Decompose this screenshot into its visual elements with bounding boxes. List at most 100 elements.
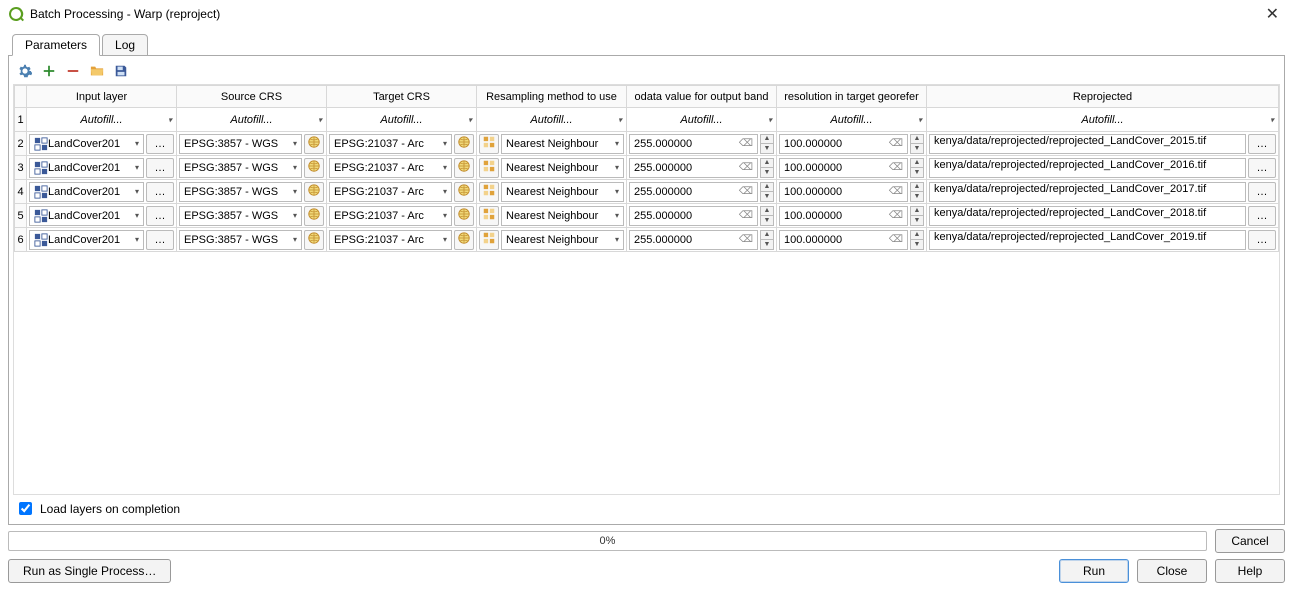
source-crs-combo[interactable]: EPSG:3857 - WGS ▾ — [179, 182, 302, 202]
nodata-spinner[interactable]: ▲▼ — [760, 158, 774, 178]
output-path-input[interactable] — [929, 182, 1246, 202]
help-button[interactable]: Help — [1215, 559, 1285, 583]
autofill-reprojected[interactable]: Autofill...▾ — [927, 108, 1279, 132]
load-layers-label[interactable]: Load layers on completion — [40, 502, 180, 516]
output-path-input[interactable] — [929, 158, 1246, 178]
target-crs-picker-button[interactable] — [454, 230, 474, 250]
spin-down-icon[interactable]: ▼ — [911, 240, 923, 249]
resampling-combo[interactable]: Nearest Neighbour ▾ — [501, 230, 624, 250]
spin-down-icon[interactable]: ▼ — [761, 192, 773, 201]
col-nodata[interactable]: odata value for output band — [627, 86, 777, 108]
input-layer-browse-button[interactable]: … — [146, 134, 174, 154]
source-crs-picker-button[interactable] — [304, 182, 324, 202]
resampling-icon-button[interactable] — [479, 134, 499, 154]
autofill-resolution[interactable]: Autofill...▾ — [777, 108, 927, 132]
spin-up-icon[interactable]: ▲ — [911, 159, 923, 169]
load-layers-checkbox[interactable] — [19, 502, 32, 515]
nodata-spinner[interactable]: ▲▼ — [760, 134, 774, 154]
nodata-field[interactable] — [630, 138, 735, 150]
resolution-spinner[interactable]: ▲▼ — [910, 158, 924, 178]
resolution-input[interactable]: ⌫ — [779, 158, 908, 178]
spin-up-icon[interactable]: ▲ — [761, 159, 773, 169]
nodata-spinner[interactable]: ▲▼ — [760, 230, 774, 250]
add-row-icon[interactable] — [39, 62, 59, 80]
spin-up-icon[interactable]: ▲ — [761, 231, 773, 241]
resampling-combo[interactable]: Nearest Neighbour ▾ — [501, 158, 624, 178]
input-layer-browse-button[interactable]: … — [146, 206, 174, 226]
open-folder-icon[interactable] — [87, 62, 107, 80]
autofill-resampling[interactable]: Autofill...▾ — [477, 108, 627, 132]
output-path-input[interactable] — [929, 230, 1246, 250]
spin-down-icon[interactable]: ▼ — [761, 240, 773, 249]
clear-icon[interactable]: ⌫ — [885, 210, 907, 221]
source-crs-combo[interactable]: EPSG:3857 - WGS ▾ — [179, 158, 302, 178]
target-crs-picker-button[interactable] — [454, 134, 474, 154]
resolution-field[interactable] — [780, 138, 885, 150]
spin-down-icon[interactable]: ▼ — [761, 168, 773, 177]
nodata-input[interactable]: ⌫ — [629, 182, 758, 202]
resampling-combo[interactable]: Nearest Neighbour ▾ — [501, 182, 624, 202]
clear-icon[interactable]: ⌫ — [735, 234, 757, 245]
spin-down-icon[interactable]: ▼ — [911, 168, 923, 177]
clear-icon[interactable]: ⌫ — [885, 162, 907, 173]
resolution-input[interactable]: ⌫ — [779, 134, 908, 154]
spin-down-icon[interactable]: ▼ — [911, 192, 923, 201]
target-crs-picker-button[interactable] — [454, 158, 474, 178]
output-browse-button[interactable]: … — [1248, 182, 1276, 202]
input-layer-combo[interactable]: LandCover201 ▾ — [29, 230, 144, 250]
source-crs-picker-button[interactable] — [304, 134, 324, 154]
output-browse-button[interactable]: … — [1248, 134, 1276, 154]
spin-up-icon[interactable]: ▲ — [761, 135, 773, 145]
nodata-input[interactable]: ⌫ — [629, 158, 758, 178]
nodata-field[interactable] — [630, 162, 735, 174]
save-icon[interactable] — [111, 62, 131, 80]
col-source-crs[interactable]: Source CRS — [177, 86, 327, 108]
resampling-icon-button[interactable] — [479, 206, 499, 226]
target-crs-picker-button[interactable] — [454, 206, 474, 226]
spin-up-icon[interactable]: ▲ — [761, 207, 773, 217]
autofill-nodata[interactable]: Autofill...▾ — [627, 108, 777, 132]
target-crs-combo[interactable]: EPSG:21037 - Arc ▾ — [329, 134, 452, 154]
spin-up-icon[interactable]: ▲ — [911, 207, 923, 217]
input-layer-browse-button[interactable]: … — [146, 158, 174, 178]
nodata-input[interactable]: ⌫ — [629, 134, 758, 154]
target-crs-combo[interactable]: EPSG:21037 - Arc ▾ — [329, 182, 452, 202]
nodata-input[interactable]: ⌫ — [629, 206, 758, 226]
target-crs-picker-button[interactable] — [454, 182, 474, 202]
close-button[interactable]: Close — [1137, 559, 1207, 583]
output-path-field[interactable] — [930, 231, 1245, 243]
resampling-icon-button[interactable] — [479, 158, 499, 178]
resampling-icon-button[interactable] — [479, 230, 499, 250]
target-crs-combo[interactable]: EPSG:21037 - Arc ▾ — [329, 230, 452, 250]
col-resolution[interactable]: resolution in target georefer — [777, 86, 927, 108]
spin-down-icon[interactable]: ▼ — [911, 216, 923, 225]
input-layer-combo[interactable]: LandCover201 ▾ — [29, 182, 144, 202]
spin-up-icon[interactable]: ▲ — [911, 135, 923, 145]
resolution-spinner[interactable]: ▲▼ — [910, 182, 924, 202]
source-crs-picker-button[interactable] — [304, 230, 324, 250]
input-layer-combo[interactable]: LandCover201 ▾ — [29, 206, 144, 226]
resolution-spinner[interactable]: ▲▼ — [910, 230, 924, 250]
spin-up-icon[interactable]: ▲ — [761, 183, 773, 193]
source-crs-picker-button[interactable] — [304, 158, 324, 178]
resolution-spinner[interactable]: ▲▼ — [910, 134, 924, 154]
resolution-spinner[interactable]: ▲▼ — [910, 206, 924, 226]
spin-down-icon[interactable]: ▼ — [761, 216, 773, 225]
resolution-field[interactable] — [780, 210, 885, 222]
spin-down-icon[interactable]: ▼ — [761, 144, 773, 153]
nodata-field[interactable] — [630, 186, 735, 198]
output-path-field[interactable] — [930, 183, 1245, 195]
source-crs-picker-button[interactable] — [304, 206, 324, 226]
clear-icon[interactable]: ⌫ — [735, 186, 757, 197]
nodata-spinner[interactable]: ▲▼ — [760, 206, 774, 226]
output-browse-button[interactable]: … — [1248, 206, 1276, 226]
input-layer-browse-button[interactable]: … — [146, 182, 174, 202]
input-layer-combo[interactable]: LandCover201 ▾ — [29, 134, 144, 154]
clear-icon[interactable]: ⌫ — [885, 186, 907, 197]
clear-icon[interactable]: ⌫ — [735, 210, 757, 221]
resampling-combo[interactable]: Nearest Neighbour ▾ — [501, 134, 624, 154]
spin-up-icon[interactable]: ▲ — [911, 183, 923, 193]
nodata-spinner[interactable]: ▲▼ — [760, 182, 774, 202]
resolution-field[interactable] — [780, 162, 885, 174]
input-layer-combo[interactable]: LandCover201 ▾ — [29, 158, 144, 178]
